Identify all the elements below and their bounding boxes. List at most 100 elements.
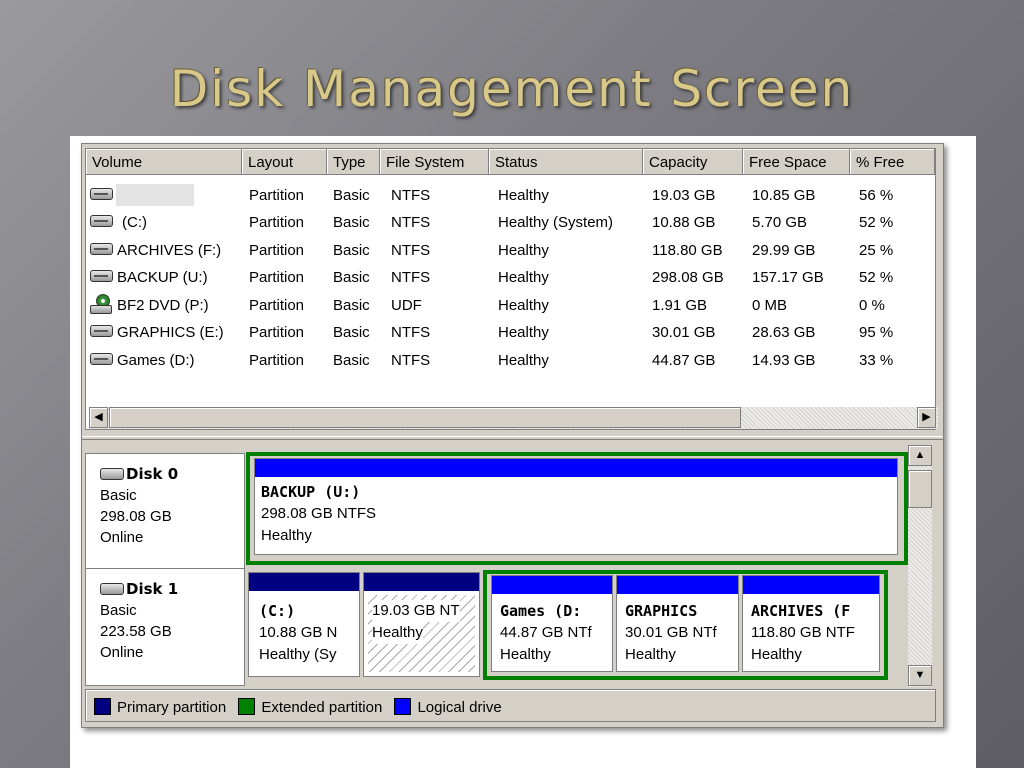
partition-graphics[interactable]: GRAPHICS 30.01 GB NTf Healthy: [616, 575, 739, 672]
disk-title: Disk 1: [126, 580, 179, 598]
layout-cell: Partition: [249, 324, 305, 341]
disk-icon: [100, 583, 124, 595]
logical-drive-bar: [617, 576, 738, 594]
legend: Primary partition Extended partition Log…: [85, 689, 936, 722]
horizontal-scroll-thumb[interactable]: [109, 407, 741, 428]
percent-free-cell: 52 %: [859, 214, 894, 231]
disk-0-label[interactable]: Disk 0 Basic 298.08 GB Online: [85, 453, 245, 571]
column-header-layout[interactable]: Layout: [242, 149, 327, 175]
legend-item-extended: Extended partition: [238, 698, 382, 716]
logical-drive-bar: [255, 459, 897, 477]
status-cell: Healthy: [498, 297, 549, 314]
legend-item-logical: Logical drive: [394, 698, 502, 716]
partition-detail: 118.80 GB NTF: [751, 624, 855, 641]
partition-name: ARCHIVES (F: [751, 602, 851, 620]
percent-free-cell: 95 %: [859, 324, 894, 341]
partition-status: Healthy: [625, 646, 676, 663]
file-system-cell: NTFS: [391, 187, 431, 204]
free-space-cell: 5.70 GB: [752, 214, 808, 231]
scroll-up-button[interactable]: ▲: [908, 445, 932, 466]
type-cell: Basic: [333, 269, 370, 286]
hard-drive-icon: [90, 215, 113, 227]
hard-drive-icon: [90, 243, 113, 255]
capacity-cell: 1.91 GB: [652, 297, 708, 314]
partition-games[interactable]: Games (D: 44.87 GB NTf Healthy: [491, 575, 613, 672]
disk-kind: Basic: [100, 487, 137, 504]
capacity-cell: 44.87 GB: [652, 352, 716, 369]
column-header-file-system[interactable]: File System: [380, 149, 489, 175]
partition-status: Healthy (Sy: [259, 646, 337, 663]
partition-backup[interactable]: BACKUP (U:) 298.08 GB NTFS Healthy: [254, 458, 898, 555]
scroll-right-button[interactable]: ▶: [917, 407, 936, 428]
volume-name: ARCHIVES (F:): [117, 242, 222, 259]
logical-drive-bar: [492, 576, 612, 594]
column-header-status[interactable]: Status: [489, 149, 643, 175]
partition-detail: 10.88 GB N: [259, 624, 338, 641]
table-row[interactable]: BF2 DVD (P:) Partition Basic UDF Healthy…: [86, 292, 937, 319]
column-header-percent-free[interactable]: % Free: [850, 149, 935, 175]
disk-1-label[interactable]: Disk 1 Basic 223.58 GB Online: [85, 568, 245, 686]
column-header-type[interactable]: Type: [327, 149, 380, 175]
partition-detail: 44.87 GB NTf: [500, 624, 592, 641]
volume-name: BF2 DVD (P:): [117, 297, 209, 314]
disk-state: Online: [100, 644, 144, 661]
dvd-drive-icon: [90, 294, 114, 314]
partition-detail: 30.01 GB NTf: [625, 624, 717, 641]
disk-kind: Basic: [100, 602, 137, 619]
layout-cell: Partition: [249, 187, 305, 204]
partition-archives[interactable]: ARCHIVES (F 118.80 GB NTF Healthy: [742, 575, 880, 672]
volume-name: GRAPHICS (E:): [117, 324, 224, 341]
slide-title: Disk Management Screen: [169, 60, 855, 118]
capacity-cell: 30.01 GB: [652, 324, 716, 341]
type-cell: Basic: [333, 187, 370, 204]
table-row[interactable]: Partition Basic NTFS Healthy 19.03 GB 10…: [86, 182, 937, 209]
file-system-cell: NTFS: [391, 324, 431, 341]
table-row[interactable]: GRAPHICS (E:) Partition Basic NTFS Healt…: [86, 319, 937, 346]
scroll-down-button[interactable]: ▼: [908, 665, 932, 686]
legend-label: Logical drive: [417, 699, 502, 716]
table-row[interactable]: (C:) Partition Basic NTFS Healthy (Syste…: [86, 209, 937, 236]
partition-name: (C:): [259, 602, 296, 620]
scroll-left-button[interactable]: ◀: [89, 407, 108, 428]
free-space-cell: 0 MB: [752, 297, 788, 314]
column-header-volume[interactable]: Volume: [86, 149, 242, 175]
table-row[interactable]: ARCHIVES (F:) Partition Basic NTFS Healt…: [86, 237, 937, 264]
vertical-scroll-thumb[interactable]: [908, 470, 932, 508]
partition-status: Healthy: [372, 622, 423, 644]
partition-status: Healthy: [261, 527, 312, 544]
logical-swatch: [394, 698, 412, 715]
hard-drive-icon: [90, 325, 113, 337]
free-space-cell: 28.63 GB: [752, 324, 816, 341]
column-header-free-space[interactable]: Free Space: [743, 149, 850, 175]
table-row[interactable]: Games (D:) Partition Basic NTFS Healthy …: [86, 347, 937, 374]
vertical-scrollbar[interactable]: ▲ ▼: [908, 445, 932, 687]
extended-swatch: [238, 698, 256, 715]
column-header-capacity[interactable]: Capacity: [643, 149, 743, 175]
percent-free-cell: 56 %: [859, 187, 894, 204]
primary-partition-bar: [364, 573, 479, 591]
percent-free-cell: 33 %: [859, 352, 894, 369]
legend-label: Primary partition: [117, 699, 227, 716]
layout-cell: Partition: [249, 214, 305, 231]
disk-size: 298.08 GB: [100, 508, 172, 525]
type-cell: Basic: [333, 214, 370, 231]
type-cell: Basic: [333, 324, 370, 341]
table-row[interactable]: BACKUP (U:) Partition Basic NTFS Healthy…: [86, 264, 937, 291]
layout-cell: Partition: [249, 242, 305, 259]
legend-item-primary: Primary partition: [94, 698, 226, 716]
pane-splitter[interactable]: [82, 436, 943, 440]
partition-c[interactable]: (C:) 10.88 GB N Healthy (Sy: [248, 572, 360, 677]
type-cell: Basic: [333, 242, 370, 259]
partition-name: BACKUP (U:): [261, 483, 361, 501]
horizontal-scrollbar[interactable]: ◀ ▶: [89, 407, 938, 429]
partition-name: Games (D:: [500, 602, 582, 620]
status-cell: Healthy: [498, 187, 549, 204]
file-system-cell: NTFS: [391, 242, 431, 259]
status-cell: Healthy: [498, 269, 549, 286]
volume-list[interactable]: Volume Layout Type File System Status Ca…: [85, 148, 938, 430]
layout-cell: Partition: [249, 269, 305, 286]
status-cell: Healthy: [498, 324, 549, 341]
disk-icon: [100, 468, 124, 480]
capacity-cell: 118.80 GB: [652, 242, 723, 259]
partition-unnamed[interactable]: 19.03 GB NT Healthy: [363, 572, 480, 677]
